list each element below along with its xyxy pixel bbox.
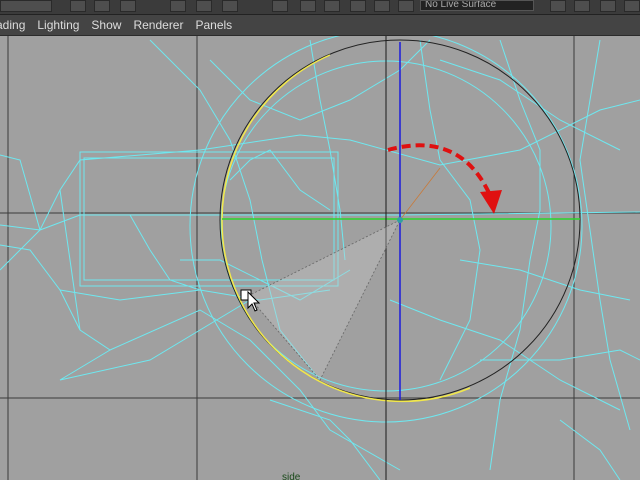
snap-point-icon[interactable] (324, 0, 340, 12)
viewport-canvas[interactable] (0, 36, 640, 480)
camera-name-label: side (282, 472, 301, 480)
rotation-sweep (247, 219, 401, 381)
snap-view-icon[interactable] (350, 0, 366, 12)
toolbar-mode-dropdown[interactable] (0, 0, 52, 12)
status-toolbar: No Live Surface (0, 0, 640, 15)
wireframe-mesh (0, 36, 640, 480)
paint-select-icon[interactable] (222, 0, 238, 12)
menu-lighting[interactable]: Lighting (31, 15, 85, 35)
ipr-render-icon[interactable] (574, 0, 590, 12)
pivot-point (397, 217, 403, 223)
render-icon[interactable] (550, 0, 566, 12)
live-surface-field[interactable]: No Live Surface (420, 0, 534, 11)
make-live-icon[interactable] (374, 0, 390, 12)
rotate-manipulator (219, 36, 581, 480)
history-icon[interactable] (398, 0, 414, 12)
new-scene-icon[interactable] (70, 0, 86, 12)
side-viewport[interactable]: side (0, 36, 640, 480)
lasso-tool-icon[interactable] (196, 0, 212, 12)
snap-grid-icon[interactable] (272, 0, 288, 12)
select-tool-icon[interactable] (170, 0, 186, 12)
menu-renderer[interactable]: Renderer (127, 15, 189, 35)
render-settings-icon[interactable] (600, 0, 616, 12)
menu-shading[interactable]: ading (0, 15, 31, 35)
panel-menubar: ading Lighting Show Renderer Panels (0, 15, 640, 36)
hypershade-icon[interactable] (624, 0, 640, 12)
open-scene-icon[interactable] (94, 0, 110, 12)
menu-show[interactable]: Show (85, 15, 127, 35)
grid (0, 36, 640, 480)
snap-curve-icon[interactable] (300, 0, 316, 12)
menu-panels[interactable]: Panels (189, 15, 238, 35)
save-scene-icon[interactable] (120, 0, 136, 12)
